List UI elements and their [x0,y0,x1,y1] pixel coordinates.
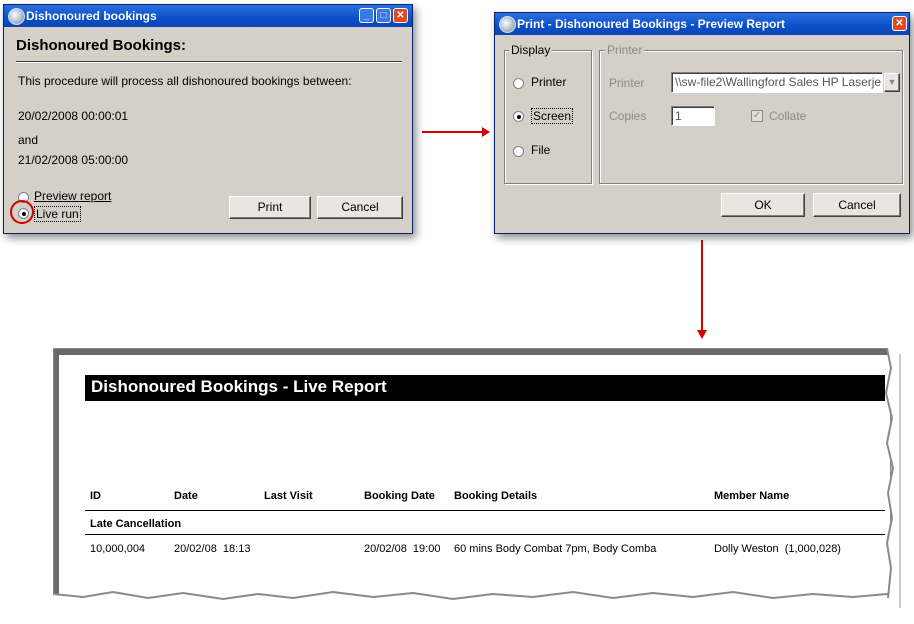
report-top-strip [54,349,890,355]
cancel-button[interactable]: Cancel [813,193,901,217]
screen-radio[interactable] [513,111,524,122]
title-bar[interactable]: Dishonoured bookings _ □ ✕ [4,5,412,27]
column-header-booking-details: Booking Details [454,490,538,502]
report-preview: Dishonoured Bookings - Live Report ID Da… [53,348,901,612]
file-radio[interactable] [513,146,524,157]
description-text: This procedure will process all dishonou… [18,74,352,88]
and-label: and [18,133,39,147]
chevron-down-icon[interactable]: ▼ [884,73,900,92]
column-header-member-name: Member Name [714,490,790,502]
row-booking-details: 60 mins Body Combat 7pm, Body Comba [454,543,657,555]
torn-edge [53,590,899,612]
title-bar[interactable]: Print - Dishonoured Bookings - Preview R… [495,13,909,35]
display-group-label: Display [509,43,553,57]
row-member-name: Dolly Weston (1,000,028) [714,543,841,555]
close-icon[interactable]: ✕ [892,16,907,31]
printer-label: Printer [609,76,645,90]
report-title: Dishonoured Bookings - Live Report [91,377,387,396]
column-header-id: ID [90,490,101,502]
window-title: Print - Dishonoured Bookings - Preview R… [517,17,786,31]
ok-button[interactable]: OK [721,193,805,217]
heading-divider [16,61,402,63]
live-run-label[interactable]: Live run [34,206,81,222]
column-header-booking-date: Booking Date [364,490,435,502]
file-option-label[interactable]: File [531,143,550,157]
app-icon [8,8,25,25]
print-button[interactable]: Print [229,196,311,219]
window-title: Dishonoured bookings [26,9,157,23]
start-datetime: 20/02/2008 00:00:01 [18,109,129,123]
row-id: 10,000,004 [90,543,146,555]
column-header-last-visit: Last Visit [264,490,313,502]
live-run-highlight-circle [10,200,34,224]
printer-option-label[interactable]: Printer [531,75,566,89]
maximize-icon[interactable]: □ [376,8,391,23]
preview-report-label[interactable]: Preview report [34,189,111,203]
app-icon [499,16,516,33]
screen-option-label[interactable]: Screen [531,108,574,124]
print-preview-window: Print - Dishonoured Bookings - Preview R… [494,12,910,234]
dishonoured-bookings-window: Dishonoured bookings _ □ ✕ Dishonoured B… [3,4,413,234]
printer-radio[interactable] [513,78,524,89]
collate-label: Collate [769,109,807,123]
printer-select[interactable]: \\sw-file2\Wallingford Sales HP Laserje [671,72,883,93]
row-booking-date: 20/02/08 19:00 [364,543,441,555]
row-date: 20/02/08 18:13 [174,543,251,555]
section-divider [85,534,885,535]
end-datetime: 21/02/2008 05:00:00 [18,153,129,167]
arrow-down [697,240,707,339]
report-left-strip [54,349,59,599]
close-icon[interactable]: ✕ [393,8,408,23]
arrow-right [422,127,490,137]
dialog-heading: Dishonoured Bookings: [16,37,186,54]
torn-right-edge [884,348,899,598]
minimize-icon[interactable]: _ [359,8,374,23]
collate-checkbox[interactable]: ✓ [751,110,763,122]
report-title-bar: Dishonoured Bookings - Live Report [85,375,885,401]
column-header-date: Date [174,490,198,502]
section-label: Late Cancellation [90,518,182,530]
cancel-button[interactable]: Cancel [317,196,403,219]
copies-field[interactable]: 1 [671,106,715,126]
header-divider [85,510,885,511]
printer-group-label: Printer [605,43,645,57]
copies-label: Copies [609,109,647,123]
report-page: Dishonoured Bookings - Live Report ID Da… [53,348,891,600]
